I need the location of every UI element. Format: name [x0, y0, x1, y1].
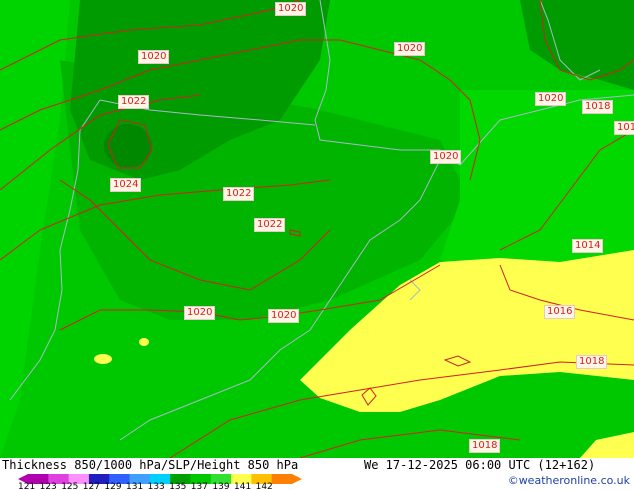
scale-tick-label: 123: [39, 482, 57, 490]
scale-arrow-right: [292, 474, 302, 484]
isobar-label: 1020: [275, 2, 307, 16]
isobar-label: 1024: [110, 178, 142, 192]
legend-bar: Thickness 850/1000 hPa/SLP/Height 850 hP…: [0, 458, 634, 490]
isobar-label: 1018: [469, 439, 501, 453]
scale-tick-label: 127: [82, 482, 100, 490]
scale-tick-label: 131: [126, 482, 144, 490]
isobar-label: 1014: [572, 239, 604, 253]
scale-tick-label: 125: [61, 482, 79, 490]
map-title: Thickness 850/1000 hPa/SLP/Height 850 hP…: [2, 458, 299, 472]
isobar-label: 1020: [535, 92, 567, 106]
scale-tick-label: 121: [18, 482, 36, 490]
isobar-label: 1018: [576, 355, 608, 369]
isobar-label: 1018: [582, 100, 614, 114]
isobar-label: 1022: [223, 187, 255, 201]
isobar-label: 1022: [254, 218, 286, 232]
isobar-label: 1020: [394, 42, 426, 56]
scale-tick-label: 142: [255, 482, 273, 490]
map-view: 1020 1020 1020 1022 1020 1018 1018 1024 …: [0, 0, 634, 490]
isobar-label: 1022: [118, 95, 150, 109]
isobar-label: 1016: [544, 305, 576, 319]
isobar-label: 1020: [138, 50, 170, 64]
scale-swatch: [271, 474, 293, 484]
isobar-label: 1020: [268, 309, 300, 323]
warm-patch: [94, 354, 112, 364]
scale-tick-label: 129: [104, 482, 122, 490]
scale-tick-label: 137: [190, 482, 208, 490]
isobar-label: 1020: [184, 306, 216, 320]
weather-map: [0, 0, 634, 458]
scale-tick-label: 133: [147, 482, 165, 490]
valid-time: We 17-12-2025 06:00 UTC (12+162): [364, 458, 596, 472]
thickness-band-east: [440, 90, 634, 270]
warm-patch: [139, 338, 149, 346]
scale-tick-label: 135: [169, 482, 187, 490]
scale-tick-label: 141: [234, 482, 252, 490]
scale-tick-label: 139: [212, 482, 230, 490]
isobar-label: 1020: [430, 150, 462, 164]
isobar-label: 1018: [614, 121, 634, 135]
credit-link[interactable]: ©weatheronline.co.uk: [508, 474, 630, 487]
